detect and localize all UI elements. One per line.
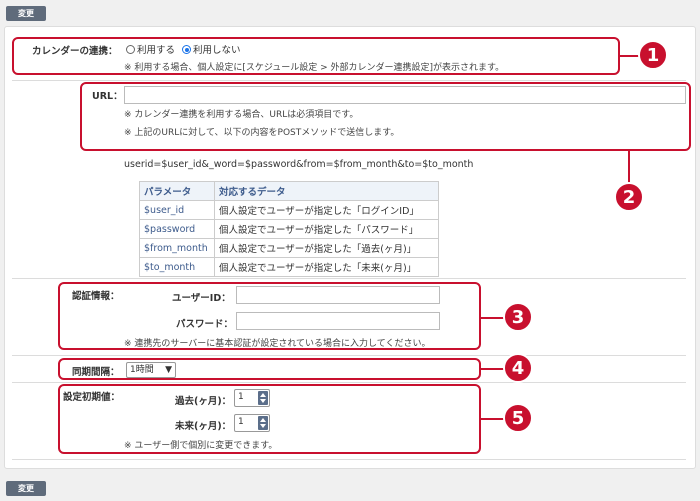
param-data: 個人設定でユーザーが指定した「過去(ヶ月)」 [214, 238, 439, 258]
callout-connector-4 [481, 368, 505, 370]
callout-badge-1: 1 [638, 40, 668, 70]
callout-box-1 [12, 37, 620, 75]
callout-box-5 [58, 384, 481, 454]
param-data: 個人設定でユーザーが指定した「未来(ヶ月)」 [214, 257, 439, 277]
callout-connector-5 [481, 418, 505, 420]
callout-connector-1 [620, 55, 640, 57]
callout-badge-4: 4 [503, 353, 533, 383]
callout-box-2 [80, 82, 691, 151]
divider [12, 355, 686, 356]
column-header: パラメータ [139, 181, 215, 201]
param-name: $user_id [139, 200, 215, 220]
callout-box-4 [58, 358, 481, 380]
callout-box-3 [58, 282, 481, 350]
table-row: $from_month 個人設定でユーザーが指定した「過去(ヶ月)」 [139, 238, 439, 258]
param-name: $to_month [139, 257, 215, 277]
divider [12, 382, 686, 383]
parameter-table: パラメータ 対応するデータ $user_id 個人設定でユーザーが指定した「ログイ… [139, 181, 439, 277]
callout-connector-2 [628, 151, 630, 183]
table-row: $user_id 個人設定でユーザーが指定した「ログインID」 [139, 200, 439, 220]
divider [12, 459, 686, 460]
callout-badge-2: 2 [614, 182, 644, 212]
table-row: $password 個人設定でユーザーが指定した「パスワード」 [139, 219, 439, 239]
divider [12, 80, 686, 81]
column-header: 対応するデータ [214, 181, 439, 201]
param-data: 個人設定でユーザーが指定した「パスワード」 [214, 219, 439, 239]
post-format-text: userid=$user_id&_word=$password&from=$fr… [124, 159, 474, 170]
param-name: $password [139, 219, 215, 239]
callout-badge-3: 3 [503, 302, 533, 332]
divider [12, 278, 686, 279]
callout-badge-5: 5 [503, 403, 533, 433]
change-button-top[interactable]: 変更 [6, 6, 46, 21]
table-header-row: パラメータ 対応するデータ [139, 181, 439, 201]
callout-connector-3 [481, 317, 505, 319]
table-row: $to_month 個人設定でユーザーが指定した「未来(ヶ月)」 [139, 257, 439, 277]
param-data: 個人設定でユーザーが指定した「ログインID」 [214, 200, 439, 220]
param-name: $from_month [139, 238, 215, 258]
change-button-bottom[interactable]: 変更 [6, 481, 46, 496]
